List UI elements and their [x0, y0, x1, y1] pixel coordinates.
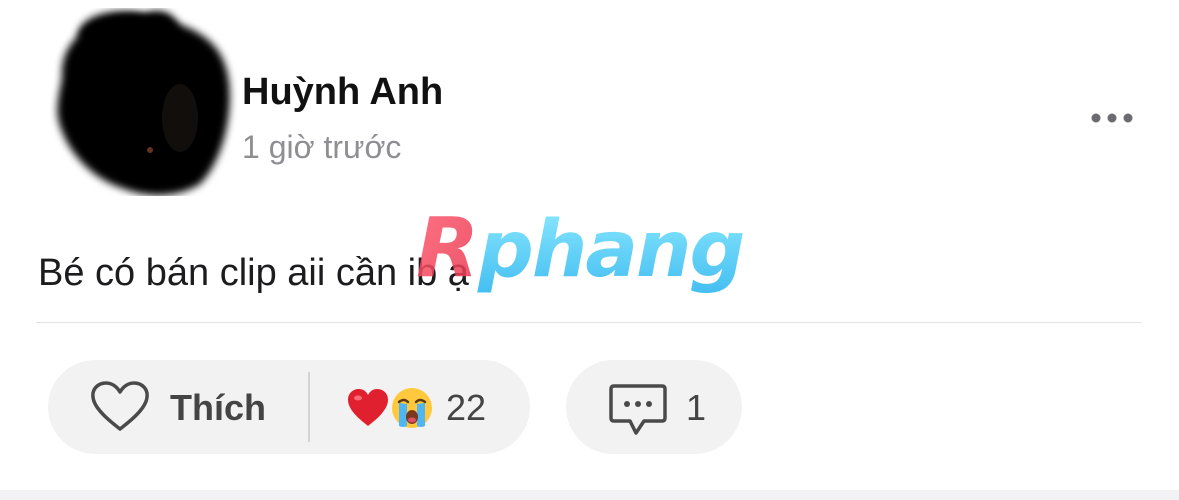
more-options-button[interactable] — [1084, 100, 1140, 136]
post-text: Bé có bán clip aii cần ib ạ — [38, 252, 469, 294]
comment-count: 1 — [686, 387, 707, 428]
like-button[interactable]: Thích — [48, 360, 308, 454]
heart-outline-icon — [91, 381, 149, 431]
like-label: Thích — [170, 387, 266, 428]
avatar-image — [57, 10, 230, 196]
author-name[interactable]: Huỳnh Anh — [242, 70, 443, 114]
avatar[interactable] — [50, 8, 238, 196]
svg-text:phang: phang — [477, 205, 744, 295]
reaction-count: 22 — [446, 387, 487, 428]
red-heart-emoji-icon — [348, 389, 388, 426]
svg-text:R: R — [416, 204, 479, 296]
comment-button[interactable]: 1 — [566, 360, 742, 454]
ellipsis-icon — [1091, 113, 1133, 123]
loudly-crying-emoji-icon — [392, 388, 432, 428]
post-separator-band — [0, 490, 1179, 500]
post-timestamp: 1 giờ trước — [242, 129, 402, 165]
post-divider — [36, 322, 1142, 323]
reaction-bar: Thích 22 — [48, 360, 530, 454]
comment-bubble-icon — [609, 384, 667, 435]
pill-separator — [308, 372, 310, 442]
reaction-summary[interactable]: 22 — [328, 360, 530, 454]
watermark-logo: R phang — [410, 201, 780, 300]
